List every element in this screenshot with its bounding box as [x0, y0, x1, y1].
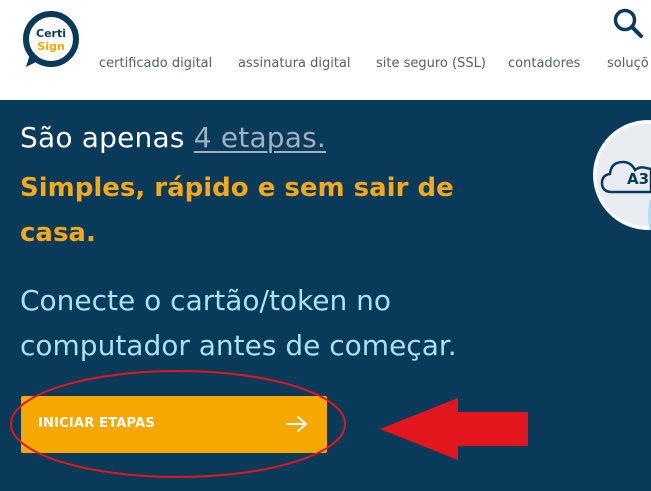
certisign-logo[interactable]: Certi Sign: [22, 10, 82, 70]
hero-steps-line: São apenas 4 etapas.: [20, 121, 326, 154]
nav-item-assinatura-digital[interactable]: assinatura digital: [238, 56, 351, 71]
hero-section: São apenas 4 etapas. Simples, rápido e s…: [0, 100, 651, 491]
steps-link[interactable]: 4 etapas.: [194, 121, 326, 154]
search-button[interactable]: [611, 6, 645, 40]
start-steps-label: INICIAR ETAPAS: [38, 416, 155, 431]
logo-text-sign: Sign: [37, 40, 64, 53]
nav-item-solucoes[interactable]: soluçõ: [607, 56, 649, 71]
hero-subtitle: Conecte o cartão/token no computador ant…: [20, 284, 457, 362]
hero-headline: Simples, rápido e sem sair de casa.: [20, 173, 454, 248]
nav-item-site-seguro[interactable]: site seguro (SSL): [376, 56, 486, 71]
nav-item-certificado-digital[interactable]: certificado digital: [99, 56, 212, 71]
arrow-right-icon: [286, 416, 307, 432]
site-header: Certi Sign certificado digital assinatur…: [0, 0, 651, 100]
page: Certi Sign certificado digital assinatur…: [0, 0, 651, 491]
a3-label: A3: [627, 170, 650, 188]
logo-text-certi: Certi: [36, 27, 66, 40]
hero-steps-prefix: São apenas: [20, 121, 194, 154]
nav-item-contadores[interactable]: contadores: [508, 56, 580, 71]
start-steps-button[interactable]: INICIAR ETAPAS: [21, 396, 327, 453]
search-icon: [613, 8, 643, 38]
pointer-arrow: [380, 398, 528, 460]
